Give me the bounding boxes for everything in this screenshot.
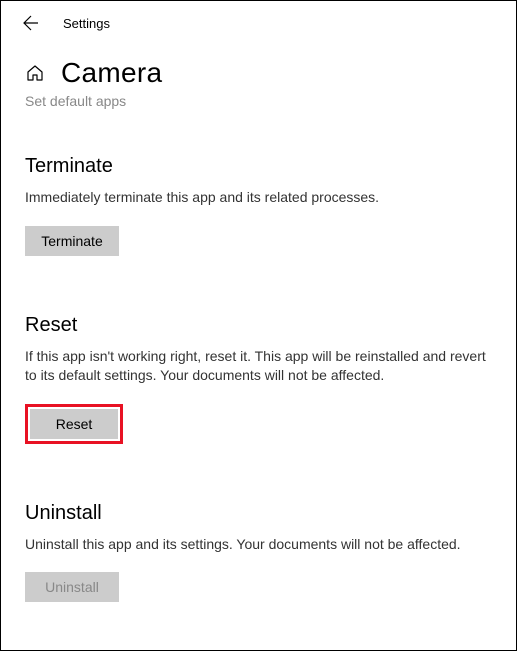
main-content: Camera Set default apps Terminate Immedi… [1, 39, 516, 602]
reset-desc: If this app isn't working right, reset i… [25, 347, 492, 386]
uninstall-desc: Uninstall this app and its settings. You… [25, 535, 492, 555]
reset-heading: Reset [25, 314, 492, 337]
back-button[interactable] [23, 15, 39, 31]
uninstall-button: Uninstall [25, 572, 119, 602]
reset-section: Reset If this app isn't working right, r… [25, 314, 492, 444]
page-title-row: Camera [25, 57, 492, 89]
home-icon [25, 63, 45, 83]
header-title: Settings [63, 16, 110, 31]
page-title: Camera [61, 57, 162, 89]
terminate-desc: Immediately terminate this app and its r… [25, 188, 492, 208]
terminate-button[interactable]: Terminate [25, 226, 119, 256]
terminate-section: Terminate Immediately terminate this app… [25, 155, 492, 256]
uninstall-heading: Uninstall [25, 502, 492, 525]
arrow-left-icon [23, 15, 39, 31]
reset-button[interactable]: Reset [30, 409, 118, 439]
page-subtitle: Set default apps [25, 93, 492, 109]
reset-highlight-box: Reset [25, 404, 123, 444]
terminate-heading: Terminate [25, 155, 492, 178]
header-bar: Settings [1, 1, 516, 39]
uninstall-section: Uninstall Uninstall this app and its set… [25, 502, 492, 603]
